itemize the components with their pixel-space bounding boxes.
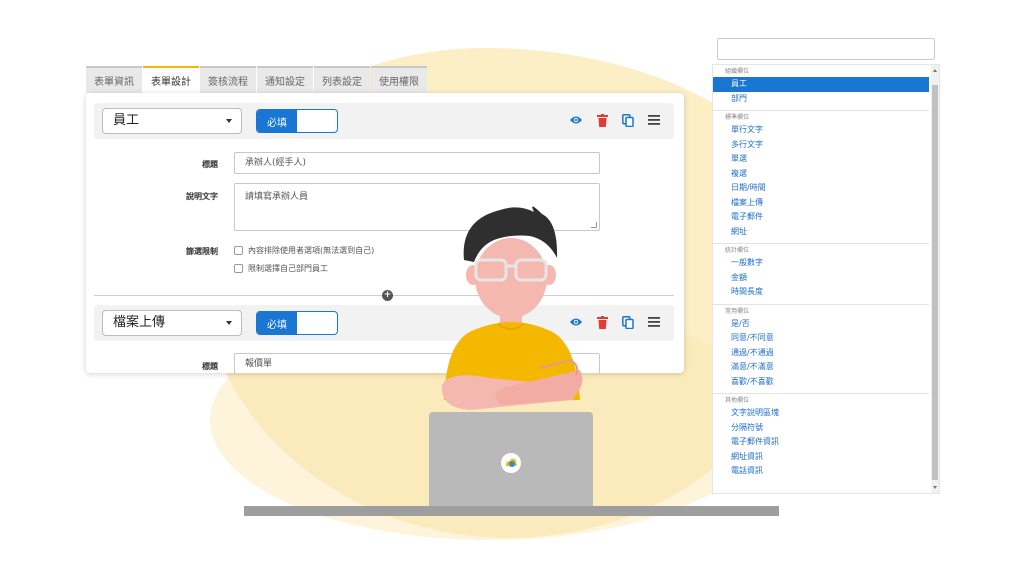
group-divider	[713, 243, 929, 244]
tab-notification-settings[interactable]: 通知設定	[257, 66, 313, 93]
menu-icon[interactable]	[646, 112, 662, 128]
title-input[interactable]: 承辦人(經手人)	[234, 152, 600, 174]
tab-list-settings[interactable]: 列表設定	[314, 66, 370, 93]
list-item[interactable]: 複選	[713, 167, 939, 182]
required-label: 必填	[257, 110, 297, 132]
list-item[interactable]: 單行文字	[713, 123, 939, 138]
list-item[interactable]: 分隔符號	[713, 421, 939, 436]
field-type-label: 員工	[113, 113, 140, 128]
required-label: 必填	[257, 312, 297, 334]
eye-icon[interactable]	[568, 112, 584, 128]
checkbox-label: 限制選擇自己部門員工	[248, 264, 328, 273]
field-type-select[interactable]: 檔案上傳	[102, 310, 242, 336]
scroll-down-icon[interactable]	[933, 486, 937, 489]
group-title: 標準欄位	[725, 114, 750, 121]
filter-label: 篩選限制	[186, 247, 218, 256]
title-label: 標題	[202, 362, 218, 371]
field-list: 組織欄位 員工 部門 標準欄位 單行文字 多行文字 單選 複選 日期/時間 檔案…	[712, 64, 940, 494]
list-item[interactable]: 滿意/不滿意	[713, 360, 939, 375]
group-title: 組織欄位	[725, 68, 750, 75]
list-item[interactable]: 一般數字	[713, 256, 939, 271]
add-field-icon[interactable]: +	[382, 290, 393, 301]
laptop	[429, 412, 593, 508]
list-item[interactable]: 電話資訊	[713, 464, 939, 479]
field-type-select[interactable]: 員工	[102, 108, 242, 134]
required-toggle[interactable]: 必填	[256, 311, 338, 335]
list-item[interactable]: 喜歡/不喜歡	[713, 375, 939, 390]
list-item[interactable]: 金額	[713, 271, 939, 286]
description-text: 請填寫承辦人員	[245, 192, 309, 202]
field-actions	[568, 112, 662, 128]
exclude-self-checkbox[interactable]: 內容排除使用者選項(無法選到自己)	[234, 245, 374, 256]
group-divider	[713, 393, 929, 394]
checkbox-label: 內容排除使用者選項(無法選到自己)	[248, 246, 375, 255]
cloud-logo-icon	[501, 453, 521, 473]
scrollbar[interactable]	[931, 65, 939, 493]
list-item[interactable]: 部門	[713, 92, 939, 107]
list-item[interactable]: 檔案上傳	[713, 196, 939, 211]
field-palette: 組織欄位 員工 部門 標準欄位 單行文字 多行文字 單選 複選 日期/時間 檔案…	[712, 38, 940, 494]
description-label: 說明文字	[186, 192, 218, 201]
desk	[244, 506, 779, 516]
scroll-up-icon[interactable]	[933, 69, 937, 72]
tab-form-design[interactable]: 表單設計	[143, 66, 199, 93]
tab-permissions[interactable]: 使用權限	[371, 66, 427, 93]
list-item[interactable]: 時間長度	[713, 285, 939, 300]
own-department-checkbox[interactable]: 限制選擇自己部門員工	[234, 263, 328, 274]
group-title: 統計欄位	[725, 247, 750, 254]
scrollbar-thumb[interactable]	[932, 85, 938, 480]
form-tabs: 表單資訊 表單設計 簽核流程 通知設定 列表設定 使用權限	[86, 66, 428, 93]
list-item[interactable]: 員工	[713, 77, 929, 92]
tab-form-info[interactable]: 表單資訊	[86, 66, 142, 93]
list-item[interactable]: 單選	[713, 152, 939, 167]
field-type-label: 檔案上傳	[113, 315, 166, 330]
copy-icon[interactable]	[620, 314, 636, 330]
chevron-down-icon	[226, 119, 232, 123]
list-item[interactable]: 網址資訊	[713, 450, 939, 465]
list-item[interactable]: 電子郵件資訊	[713, 435, 939, 450]
person-illustration	[441, 206, 583, 410]
group-title: 其他欄位	[725, 397, 750, 404]
list-item[interactable]: 電子郵件	[713, 210, 939, 225]
copy-icon[interactable]	[620, 112, 636, 128]
tab-approval-flow[interactable]: 簽核流程	[200, 66, 256, 93]
group-divider	[713, 110, 929, 111]
title-label: 標題	[202, 160, 218, 169]
chevron-down-icon	[226, 321, 232, 325]
search-input[interactable]	[717, 38, 935, 60]
list-item[interactable]: 同意/不同意	[713, 331, 939, 346]
list-item[interactable]: 通過/不通過	[713, 346, 939, 361]
list-item[interactable]: 文字說明區塊	[713, 406, 939, 421]
group-title: 常用欄位	[725, 307, 750, 315]
checkbox-box[interactable]	[234, 246, 243, 255]
list-item[interactable]: 多行文字	[713, 138, 939, 153]
required-toggle[interactable]: 必填	[256, 109, 338, 133]
group-divider	[713, 303, 929, 305]
list-item[interactable]: 是/否	[713, 317, 939, 332]
menu-icon[interactable]	[646, 314, 662, 330]
field-header: 員工 必填	[94, 103, 674, 139]
list-item[interactable]: 網址	[713, 225, 939, 240]
trash-icon[interactable]	[594, 112, 610, 128]
checkbox-box[interactable]	[234, 264, 243, 273]
list-item[interactable]: 日期/時間	[713, 181, 939, 196]
